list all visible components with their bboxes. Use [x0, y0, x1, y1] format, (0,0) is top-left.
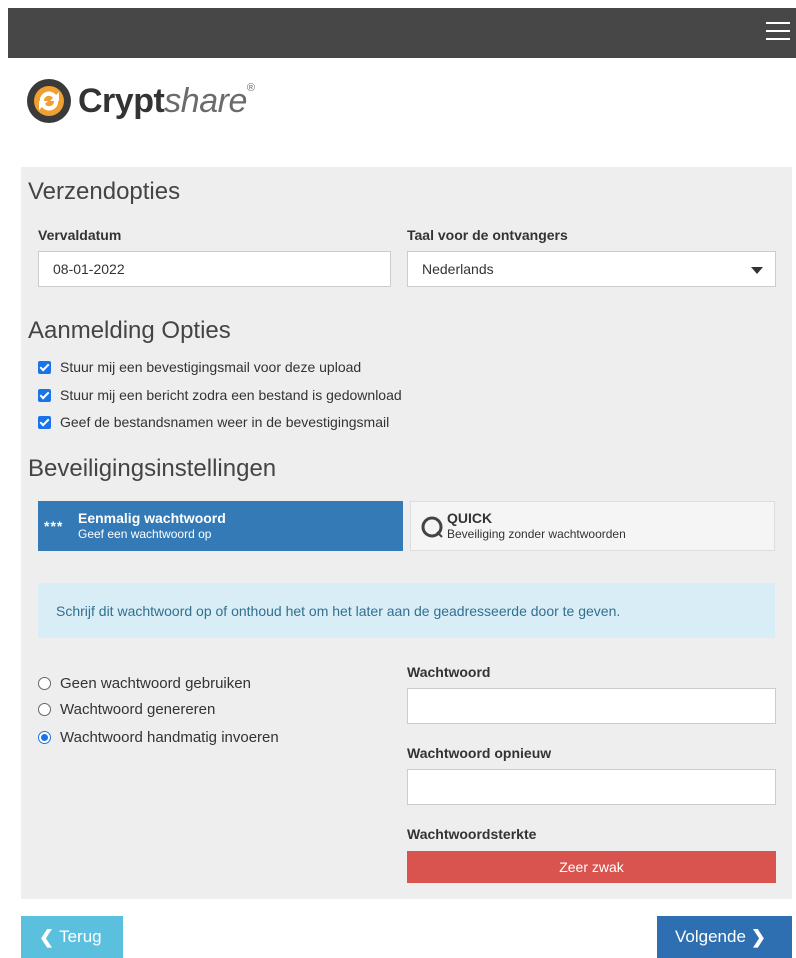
hamburger-menu-icon[interactable] [766, 22, 790, 42]
generate-password-option[interactable]: Wachtwoord genereren [38, 701, 215, 718]
top-navigation-bar [8, 8, 796, 58]
security-settings-heading: Beveiligingsinstellingen [28, 455, 277, 482]
upload-confirmation-label: Stuur mij een bevestigingsmail voor deze… [60, 359, 362, 375]
chevron-down-icon [751, 267, 763, 274]
expiry-date-input[interactable]: 08-01-2022 [38, 251, 391, 287]
show-filenames-label: Geef de bestandsnamen weer in de bevesti… [60, 414, 390, 430]
quick-icon [421, 516, 443, 538]
no-password-radio[interactable] [38, 677, 51, 690]
password-label: Wachtwoord [407, 664, 491, 680]
password-strength-label: Wachtwoordsterkte [407, 826, 537, 842]
show-filenames-option[interactable]: Geef de bestandsnamen weer in de bevesti… [38, 414, 389, 430]
password-strength-bar: Zeer zwak [407, 851, 776, 883]
back-button[interactable]: ❮ Terug [21, 916, 123, 958]
password-stars-icon: *** [44, 518, 64, 534]
quick-mode-text: QUICK Beveiliging zonder wachtwoorden [447, 510, 626, 542]
quick-mode[interactable]: QUICK Beveiliging zonder wachtwoorden [410, 501, 775, 551]
password-strength-value: Zeer zwak [559, 859, 624, 875]
upload-confirmation-checkbox[interactable] [38, 360, 51, 374]
chevron-right-icon: ❯ [750, 926, 766, 947]
one-time-password-mode[interactable]: *** Eenmalig wachtwoord Geef een wachtwo… [38, 501, 403, 551]
password-repeat-label: Wachtwoord opnieuw [407, 745, 552, 761]
password-info-alert: Schrijf dit wachtwoord op of onthoud het… [38, 583, 775, 638]
one-time-password-title: Eenmalig wachtwoord [78, 510, 226, 526]
brand-name-light: share [164, 81, 247, 120]
brand-wordmark: Cryptshare® [78, 81, 255, 121]
back-button-label: Terug [59, 927, 102, 946]
notify-upload-confirmation-option[interactable]: Stuur mij een bevestigingsmail voor deze… [38, 359, 361, 375]
send-options-heading: Verzendopties [28, 178, 181, 205]
recipient-language-select[interactable]: Nederlands [407, 251, 776, 287]
manual-password-option[interactable]: Wachtwoord handmatig invoeren [38, 729, 279, 746]
next-button-label: Volgende [675, 927, 746, 946]
brand-name-bold: Crypt [78, 81, 165, 120]
download-notification-label: Stuur mij een bericht zodra een bestand … [60, 387, 402, 403]
expiry-date-value: 08-01-2022 [53, 261, 125, 277]
no-password-option[interactable]: Geen wachtwoord gebruiken [38, 675, 251, 692]
cryptshare-logo-icon [27, 79, 71, 123]
one-time-password-text: Eenmalig wachtwoord Geef een wachtwoord … [78, 510, 226, 542]
generate-password-radio[interactable] [38, 703, 51, 716]
chevron-left-icon: ❮ [39, 926, 55, 947]
quick-mode-title: QUICK [447, 510, 493, 526]
expiry-date-label: Vervaldatum [38, 227, 122, 243]
quick-mode-subtitle: Beveiliging zonder wachtwoorden [447, 527, 626, 541]
next-button[interactable]: Volgende ❯ [657, 916, 792, 958]
one-time-password-subtitle: Geef een wachtwoord op [78, 527, 212, 541]
password-info-text: Schrijf dit wachtwoord op of onthoud het… [56, 602, 621, 619]
recipient-language-label: Taal voor de ontvangers [407, 227, 568, 243]
show-filenames-checkbox[interactable] [38, 415, 51, 429]
download-notification-checkbox[interactable] [38, 388, 51, 402]
brand-logo[interactable]: Cryptshare® [26, 78, 255, 124]
notification-options-heading: Aanmelding Opties [28, 317, 231, 344]
notify-download-option[interactable]: Stuur mij een bericht zodra een bestand … [38, 387, 402, 403]
recipient-language-value: Nederlands [422, 261, 494, 277]
password-repeat-input[interactable] [407, 769, 776, 805]
password-input[interactable] [407, 688, 776, 724]
registered-mark: ® [246, 81, 255, 94]
generate-password-label: Wachtwoord genereren [60, 701, 216, 718]
manual-password-radio[interactable] [38, 731, 51, 744]
manual-password-label: Wachtwoord handmatig invoeren [60, 729, 279, 746]
no-password-label: Geen wachtwoord gebruiken [60, 675, 251, 692]
